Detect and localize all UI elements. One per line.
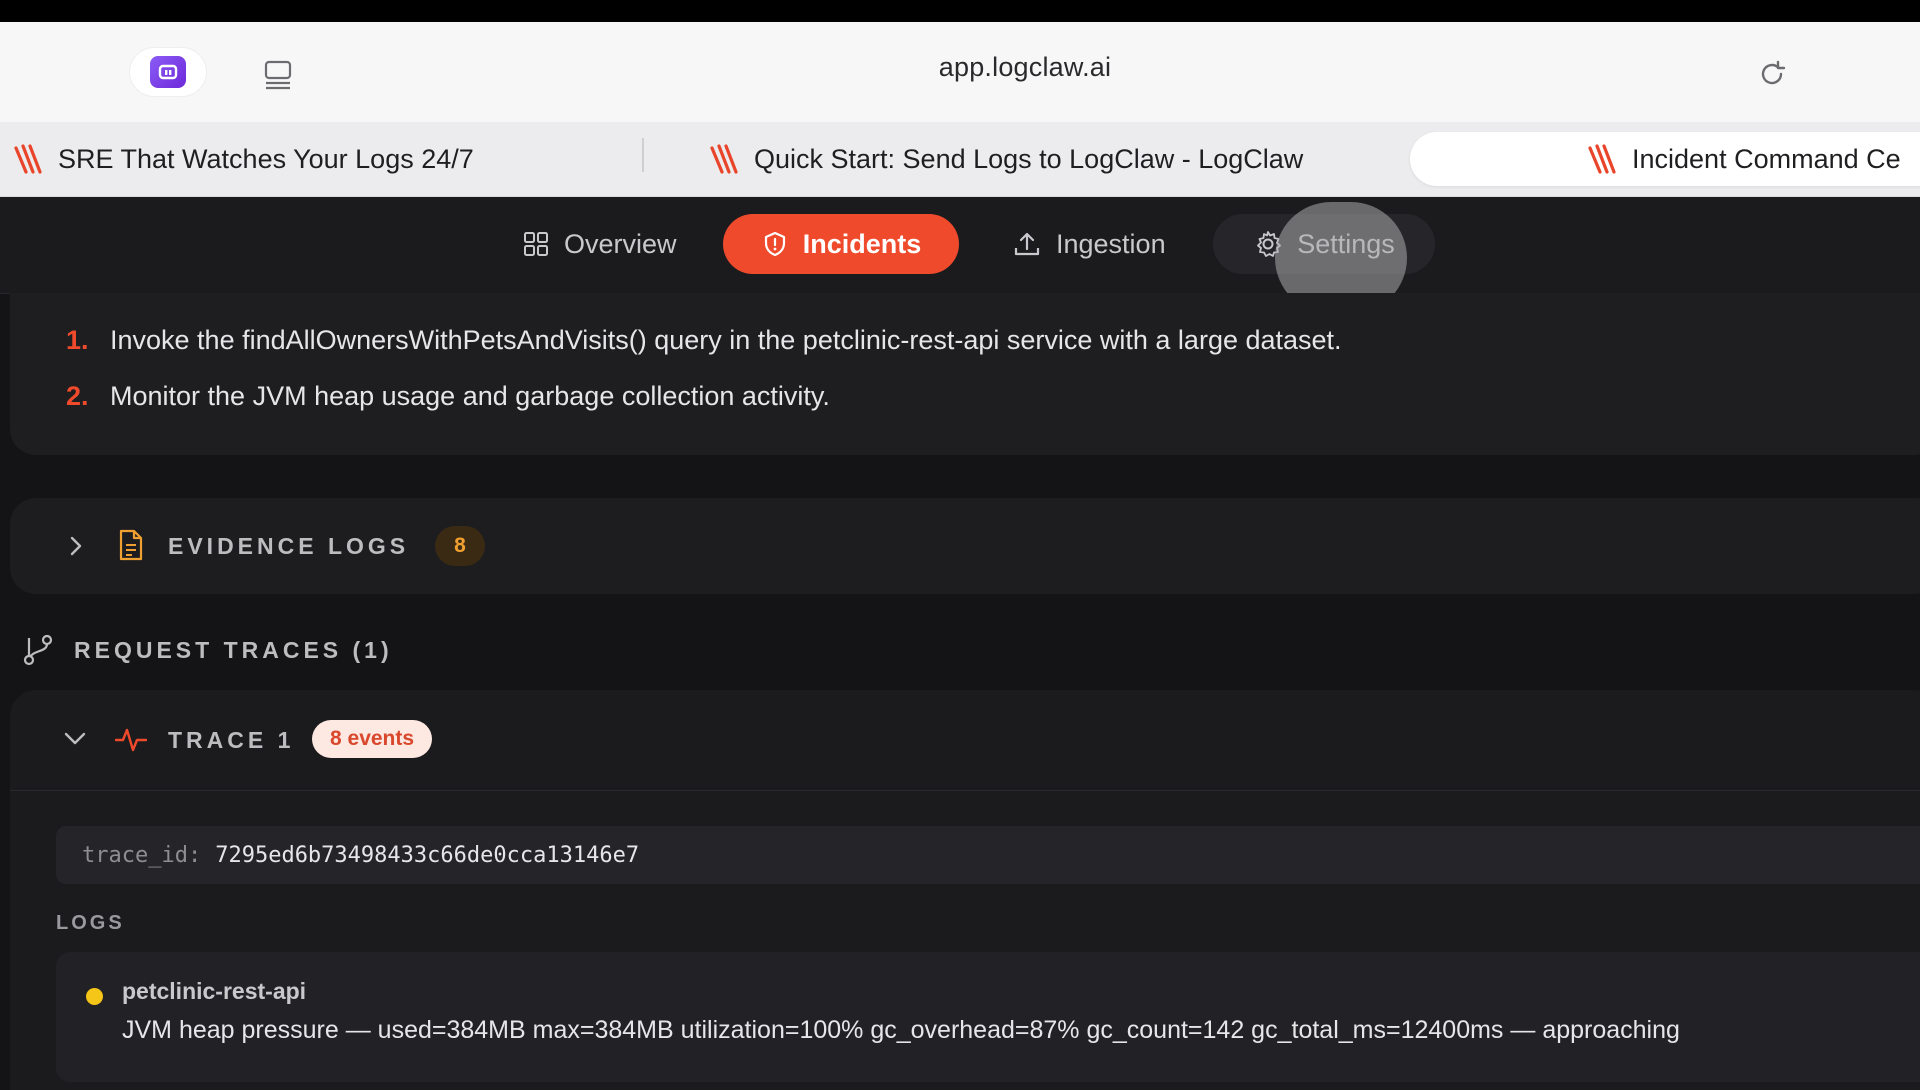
chevron-right-icon[interactable] [64,534,88,558]
step-number: 1. [66,325,89,355]
logclaw-favicon-icon [710,144,738,174]
nav-overview[interactable]: Overview [508,214,691,274]
logclaw-favicon-icon [14,144,42,174]
browser-tab-bar: SRE That Watches Your Logs 24/7 Quick St… [0,122,1920,197]
browser-tab-title: Incident Command Ce [1632,143,1901,174]
trace-id-value: 7295ed6b73498433c66de0cca13146e7 [215,842,640,868]
log-entry[interactable]: petclinic-rest-api JVM heap pressure — u… [56,952,1920,1082]
step-item: 1. Invoke the findAllOwnersWithPetsAndVis… [66,325,1342,356]
request-traces-header: REQUEST TRACES (1) [20,630,393,670]
screen-top-bezel [0,0,1920,22]
logclaw-favicon-icon [1588,144,1616,174]
git-branch-icon [23,634,53,666]
browser-tab-title: SRE That Watches Your Logs 24/7 [58,143,474,174]
trace-id-label: trace_id: [82,842,202,868]
nav-label: Overview [564,228,677,259]
step-item: 2. Monitor the JVM heap usage and garbage… [66,381,830,412]
url-field[interactable]: app.logclaw.ai [0,52,1920,83]
document-icon [119,529,143,561]
evidence-logs-section[interactable]: EVIDENCE LOGS 8 [10,498,1920,594]
step-text: Monitor the JVM heap usage and garbage c… [110,381,830,411]
nav-label: Incidents [802,228,922,259]
chevron-down-icon[interactable] [62,727,88,751]
browser-tab-active[interactable]: Incident Command Ce [1410,132,1920,186]
request-traces-title: REQUEST TRACES (1) [74,636,393,663]
browser-tab-title: Quick Start: Send Logs to LogClaw - LogC… [754,143,1304,174]
browser-address-bar: app.logclaw.ai [0,22,1920,122]
nav-settings[interactable]: Settings [1213,214,1435,274]
step-number: 2. [66,381,89,411]
log-message: JVM heap pressure — used=384MB max=384MB… [122,1016,1680,1044]
events-count-badge: 8 events [312,720,433,758]
trace-header-row[interactable]: TRACE 1 8 events [10,690,1920,791]
shield-icon [764,231,785,257]
gear-icon [1257,231,1282,257]
browser-tab[interactable]: Quick Start: Send Logs to LogClaw - LogC… [708,132,1388,186]
step-text: Invoke the findAllOwnersWithPetsAndVisit… [110,325,1342,355]
trace-title: TRACE 1 [168,727,295,753]
log-level-dot [86,988,103,1005]
app-navigation: Overview Incidents Ingestion Settings [0,197,1920,294]
tab-divider [642,138,644,172]
evidence-count-badge: 8 [435,526,485,566]
trace-panel: TRACE 1 8 events trace_id: 7295ed6b73498… [10,690,1920,1090]
nav-incidents[interactable]: Incidents [723,214,959,274]
upload-icon [1014,232,1040,256]
activity-icon [114,728,148,752]
nav-label: Settings [1297,228,1395,259]
trace-id-box: trace_id: 7295ed6b73498433c66de0cca13146… [56,826,1920,884]
browser-tab[interactable]: SRE That Watches Your Logs 24/7 [12,132,572,186]
reproduction-steps-card: 1. Invoke the findAllOwnersWithPetsAndVis… [10,293,1920,455]
reload-icon[interactable] [1756,58,1788,90]
nav-ingestion[interactable]: Ingestion [998,214,1180,274]
grid-icon [524,232,548,256]
logs-section-label: LOGS [56,912,125,934]
nav-label: Ingestion [1056,228,1166,259]
evidence-logs-title: EVIDENCE LOGS [168,533,410,559]
log-service-name: petclinic-rest-api [122,978,307,1004]
